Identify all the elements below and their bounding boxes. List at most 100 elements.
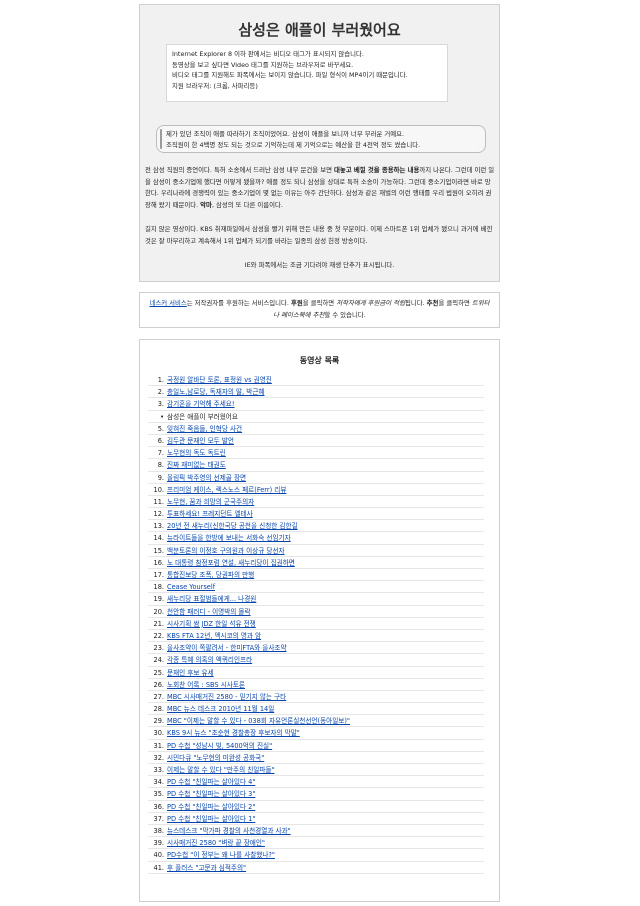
video-link[interactable]: 감기혼을 기억해 주세요!: [167, 400, 235, 408]
video-link[interactable]: 시사매거진 2580 "벼랑 끝 장애인": [167, 839, 265, 847]
video-list-number: 5.: [157, 424, 164, 433]
video-list-item: 18. Cease Yourself: [148, 581, 484, 594]
video-list-number: 27.: [153, 692, 165, 701]
notice-line: Internet Explorer 8 이하 판에서는 비디오 태그가 표시되지…: [172, 50, 364, 58]
video-link[interactable]: PD 수첩 "성남시 빚, 5400억의 진실": [167, 742, 272, 750]
video-list-number: 33.: [153, 766, 165, 774]
video-list-number: 14.: [153, 534, 165, 543]
video-list-item: 2. 충일노,남로당, 독재자의 딸, 박근혜: [148, 386, 484, 399]
sponsor-box: 네스커 서비스는 저작권자를 후원하는 서비스입니다. 후원을 클릭하면 저작자…: [139, 292, 500, 328]
video-list-item: 36. PD 수첩 "친일파는 살아있다 2": [148, 801, 484, 813]
video-list-number: 15.: [153, 546, 165, 555]
video-list-item: 22. KBS FTA 12년, 멕시코의 명과 암: [148, 630, 484, 643]
video-link[interactable]: 각종 특혜 의혹의 액퀴리인프라: [167, 656, 252, 664]
video-list-number: 37.: [153, 814, 165, 823]
video-link[interactable]: 뉴스데스크 "막가파 경찰의 사천경열과 사과": [167, 827, 291, 835]
video-list-number: 32.: [153, 753, 165, 762]
video-link[interactable]: 20년 전 새누리(신한국당 공천을 신청한 김한길: [167, 522, 298, 530]
video-list-item: 1. 국정원 알바단 토론, 표정원 vs 권영진: [148, 374, 484, 387]
video-link[interactable]: 노회찬 어록 : SBS 시사토론: [167, 681, 245, 689]
article-paragraph: 전 삼성 직원의 증언이다. 특허 소송에서 드러난 삼성 내부 문건을 보면 …: [145, 165, 495, 211]
video-link[interactable]: 잊혀진 죽음들, 인혁당 사건: [167, 425, 242, 433]
video-list-item: 23. 을사조약이 쪽팔려서 - 한미FTA와 을사조약: [148, 642, 484, 655]
video-link[interactable]: 노 대통령 참정포럼 연설, 새누리당이 집권하면: [167, 559, 295, 567]
video-link[interactable]: 시민다큐 "노무현의 미완성 공화국": [167, 754, 264, 762]
notice-line: 동영상을 보고 싶다면 Video 태그를 지원하는 브라우저로 바꾸세요.: [172, 60, 354, 69]
quote-line: 조직원이 한 4백명 정도 되는 것으로 기억하는데 제 기억으로는 예산을 한…: [166, 140, 421, 149]
sponsor-text: 네스커 서비스는 저작권자를 후원하는 서비스입니다. 후원을 클릭하면 저작자…: [148, 297, 491, 321]
video-link[interactable]: 국정원 알바단 토론, 표정원 vs 권영진: [167, 376, 272, 384]
sponsor-segment: 됩니다.: [404, 299, 427, 307]
sponsor-bold: 추천: [426, 299, 439, 307]
video-list-number: 22.: [153, 631, 165, 640]
video-link[interactable]: PD 수첩 "친일파는 살아있다 1": [167, 815, 255, 823]
video-list-number: 1.: [157, 376, 164, 384]
video-list-item: 25. 문재인 후보 유세: [148, 667, 484, 679]
video-list-number: 13.: [153, 522, 165, 531]
video-list-number: 16.: [153, 558, 165, 567]
video-link[interactable]: MBC 시사매거진 2580 - 믿기지 않는 구타: [167, 693, 286, 701]
video-link[interactable]: 새누리당 표절범들에게... 나경원: [167, 595, 256, 603]
video-list-item: 10. 프리미엄 케이스, 렉스노스 페르(Ferr) 리뷰: [148, 484, 484, 496]
video-list-title: 동영상 목록: [299, 356, 340, 365]
video-link[interactable]: MBC "이제는 말할 수 있다 - 038회 자유언론실천선언(동아일보)": [167, 717, 350, 725]
video-link[interactable]: 을사조약이 쪽팔려서 - 한미FTA와 을사조약: [167, 644, 287, 652]
video-list-item: 34. PD 수첩 "친일파는 살아있다 4": [148, 776, 484, 789]
video-link[interactable]: 프리미엄 케이스, 렉스노스 페르(Ferr) 리뷰: [167, 486, 286, 494]
video-list-item: 14. 뉴라이트들을 한방에 보내는 서화숙 선임기자: [148, 532, 484, 545]
video-link[interactable]: 충일노,남로당, 독재자의 딸, 박근혜: [167, 388, 265, 396]
video-list-number: 8.: [157, 461, 164, 470]
video-list-item: 38. 뉴스데스크 "막가파 경찰의 사천경열과 사과": [148, 825, 484, 838]
video-link[interactable]: 백분토론의 이정호 구의원과 이상규 당선자: [167, 547, 285, 555]
video-list-number: 40.: [153, 851, 165, 860]
video-list-number: 26.: [153, 680, 165, 689]
paragraph-bold: 악마: [200, 200, 212, 209]
video-list-number: 17.: [153, 571, 165, 579]
paragraph-text: , 삼성의 또 다른 이름이다.: [211, 200, 283, 209]
sponsor-segment: 는 저작권자를 후원하는 서비스입니다.: [186, 299, 291, 307]
notice-line: 비디오 태그를 지원해도 파폭에서는 보이지 않습니다. 파일 형식이 MP4이…: [172, 71, 408, 79]
quote-block: 제가 있던 조직이 애플 따라하기 조직이었어요. 삼성이 애플을 보니까 너무…: [156, 125, 486, 153]
sponsor-segment: 을 클릭하면: [438, 299, 472, 307]
video-link[interactable]: 문재인 후보 유세: [167, 669, 214, 677]
video-list-item: 9. 올림픽 박주영의 선제골 장면: [148, 472, 484, 484]
video-link[interactable]: KBS 9시 뉴스 "조순현 경찰총장 후보자의 막말": [167, 729, 300, 737]
video-link[interactable]: 투표하세요! 프레지던트 엘테사: [167, 510, 253, 518]
browser-notice: Internet Explorer 8 이하 판에서는 비디오 태그가 표시되지…: [166, 44, 448, 102]
video-list-number: 6.: [157, 436, 164, 445]
video-list-item: 16. 노 대통령 참정포럼 연설, 새누리당이 집권하면: [148, 557, 484, 569]
video-link[interactable]: 올림픽 박주영의 선제골 장면: [167, 474, 246, 482]
video-list-item: 31. PD 수첩 "성남시 빚, 5400억의 진실": [148, 740, 484, 752]
video-link[interactable]: 진짜 재미없는 태권도: [167, 461, 226, 469]
video-link[interactable]: 뉴라이트들을 한방에 보내는 서화숙 선임기자: [167, 534, 291, 542]
video-link[interactable]: PD수첩 "이 정부는 왜 나를 사찰했나?": [167, 851, 275, 859]
nesker-service-link[interactable]: 네스커 서비스: [149, 299, 186, 307]
video-link[interactable]: 노무현, 꿈과 희망의 군국주의자: [167, 498, 254, 506]
video-list-number: 3.: [157, 400, 164, 409]
video-list-number: 30.: [153, 729, 165, 738]
video-link[interactable]: 후 플러스 "고문과 심적주의": [167, 864, 246, 872]
video-link[interactable]: PD 수첩 "친일파는 살아있다 4": [167, 778, 255, 786]
video-link[interactable]: 천안함 패러디 - 이명박의 몰락: [167, 608, 251, 616]
video-list-item: 7. 노무현의 독도 독트린: [148, 447, 484, 460]
video-link[interactable]: PD 수첩 "친일파는 살아있다 2": [167, 803, 255, 811]
video-list-item: 24. 각종 특혜 의혹의 액퀴리인프라: [148, 654, 484, 667]
page-title: 삼성은 애플이 부러웠어요: [238, 21, 401, 39]
video-list-item: 33. 이제는 말할 수 있다 "만주의 친일파들": [148, 764, 484, 777]
video-link[interactable]: 노무현의 독도 독트린: [167, 449, 226, 457]
video-link[interactable]: 통합진보당 조폭, 당권파의 만행: [167, 571, 254, 579]
video-list-item: 8. 진짜 재미없는 태권도: [148, 459, 484, 472]
video-link[interactable]: 시사기획 쌈 JDZ 한일 석유 전쟁: [167, 620, 256, 628]
video-link[interactable]: MBC 뉴스 데스크 2010년 11월 14일: [167, 705, 274, 713]
video-link[interactable]: KBS FTA 12년, 멕시코의 명과 암: [167, 632, 261, 640]
video-link[interactable]: PD 수첩 "친일파는 살아있다 3": [167, 790, 255, 798]
video-link[interactable]: 김두관 문재인 모두 발언: [167, 437, 234, 445]
video-list-item: 37. PD 수첩 "친일파는 살아있다 1": [148, 813, 484, 825]
video-list-item: 35. PD 수첩 "친일파는 살아있다 3": [148, 788, 484, 801]
video-list-number: 25.: [153, 668, 165, 677]
video-list-item: 26. 노회찬 어록 : SBS 시사토론: [148, 679, 484, 691]
video-list-number: 10.: [153, 485, 165, 494]
video-list-item: 28. MBC 뉴스 데스크 2010년 11월 14일: [148, 703, 484, 716]
video-link[interactable]: Cease Yourself: [167, 583, 215, 591]
video-link[interactable]: 이제는 말할 수 있다 "만주의 친일파들": [167, 766, 275, 774]
